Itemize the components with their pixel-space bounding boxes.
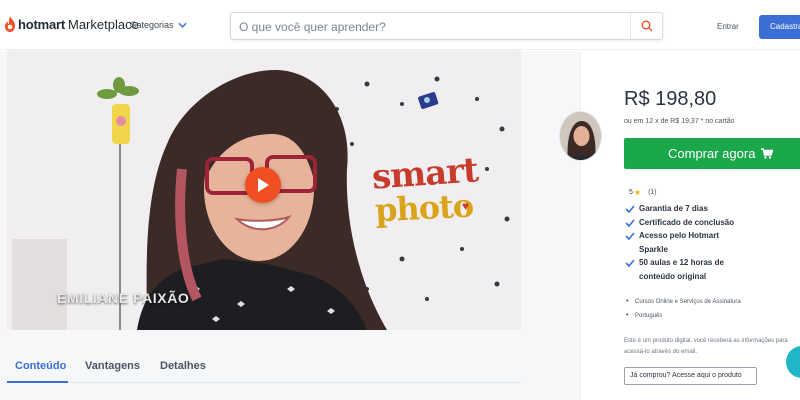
feature-item: Acesso pelo Hotmart Sparkle bbox=[625, 229, 745, 256]
buy-now-button[interactable]: Comprar agora bbox=[624, 138, 800, 169]
login-link[interactable]: Entrar bbox=[717, 22, 739, 31]
chevron-down-icon bbox=[177, 22, 187, 28]
video-caption: EMILIANE PAIXÃO bbox=[57, 290, 190, 306]
search-bar bbox=[230, 12, 663, 40]
meta-label: Cursos Online e Serviços de Assinatura bbox=[635, 299, 741, 305]
categories-dropdown[interactable]: Categorias bbox=[130, 20, 187, 30]
bullet-icon: • bbox=[626, 298, 629, 305]
product-rating: 5 ★ (1) bbox=[629, 188, 657, 197]
categories-label: Categorias bbox=[130, 20, 174, 30]
search-icon bbox=[641, 20, 652, 32]
brand-subtitle: Marketplace bbox=[68, 16, 139, 32]
feature-item: Garantia de 7 dias bbox=[625, 202, 745, 216]
feature-label: Certificado de conclusão bbox=[639, 217, 735, 227]
author-avatar[interactable] bbox=[559, 111, 602, 161]
digital-product-disclaimer: Este é um produto digital, você receberá… bbox=[624, 338, 788, 355]
feature-label: 50 aulas e 12 horas de conteúdo original bbox=[639, 258, 724, 281]
check-icon bbox=[625, 218, 635, 227]
search-button[interactable] bbox=[630, 13, 662, 39]
product-price: R$ 198,80 bbox=[624, 88, 717, 110]
rating-value: 5 bbox=[629, 189, 633, 196]
heart-icon: ♥ bbox=[462, 199, 470, 213]
top-navigation-bar: hotmart Marketplace Categorias Entrar Ca… bbox=[0, 0, 800, 50]
signup-button[interactable]: Cadastrar bbox=[759, 15, 800, 39]
check-icon bbox=[625, 232, 635, 240]
content-tabs: Conteúdo Vantagens Detalhes bbox=[7, 351, 521, 383]
rating-count: (1) bbox=[648, 189, 657, 196]
active-tab-indicator bbox=[7, 381, 68, 383]
meta-label: Português bbox=[635, 313, 663, 319]
product-meta-list: • Cursos Online e Serviços de Assinatura… bbox=[626, 295, 741, 323]
tab-vantagens[interactable]: Vantagens bbox=[85, 360, 140, 372]
product-features-list: Garantia de 7 dias Certificado de conclu… bbox=[625, 202, 745, 283]
check-icon bbox=[625, 205, 635, 213]
product-video[interactable]: smart photo ♥ EMILIANE PAIXÃO bbox=[7, 49, 521, 330]
installments-info: ou em 12 x de R$ 19,37 * no cartão bbox=[624, 118, 735, 125]
brand-wordmark-photo: photo bbox=[374, 186, 475, 230]
feature-item: Certificado de conclusão bbox=[625, 216, 745, 230]
play-button[interactable] bbox=[245, 167, 281, 203]
tab-detalhes[interactable]: Detalhes bbox=[160, 360, 206, 372]
meta-item-category: • Cursos Online e Serviços de Assinatura bbox=[626, 295, 741, 309]
check-icon bbox=[625, 259, 635, 267]
star-icon: ★ bbox=[633, 188, 642, 197]
hotmart-logo[interactable]: hotmart Marketplace bbox=[4, 16, 139, 32]
bullet-icon: • bbox=[626, 312, 629, 319]
tab-conteudo[interactable]: Conteúdo bbox=[15, 360, 66, 372]
cart-icon bbox=[761, 148, 774, 159]
play-icon bbox=[258, 178, 269, 192]
hotmart-flame-icon bbox=[5, 16, 15, 32]
already-bought-button[interactable]: Já comprou? Acesse aqui o produto bbox=[624, 367, 757, 385]
feature-label: Garantia de 7 dias bbox=[639, 204, 708, 213]
feature-label: Acesso pelo Hotmart Sparkle bbox=[639, 231, 720, 254]
meta-item-language: • Português bbox=[626, 309, 741, 323]
brand-name: hotmart bbox=[18, 16, 65, 32]
author-photo bbox=[560, 112, 601, 160]
buy-now-label: Comprar agora bbox=[668, 146, 756, 161]
search-input[interactable] bbox=[239, 18, 629, 36]
feature-item: 50 aulas e 12 horas de conteúdo original bbox=[625, 256, 745, 283]
